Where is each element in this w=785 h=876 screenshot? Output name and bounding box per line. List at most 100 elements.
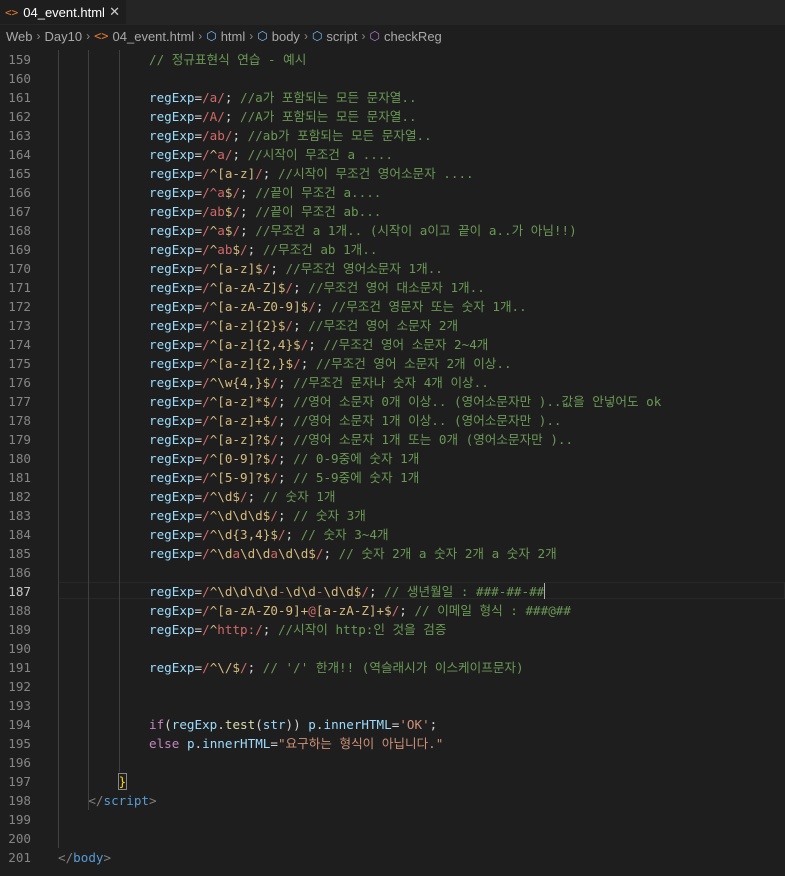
code-token: / xyxy=(270,394,278,409)
code-editor[interactable]: 159 // 정규표현식 연습 - 예시 160 161 regExp=/a/; … xyxy=(0,47,785,876)
code-line[interactable]: 175 regExp=/^[a-z]{2,}$/; //무조건 영어 소문자 2… xyxy=(0,354,785,373)
code-token: / xyxy=(202,508,210,523)
code-line[interactable]: 161 regExp=/a/; //a가 포함되는 모든 문자열.. xyxy=(0,88,785,107)
code-token: // 숫자 2개 a 숫자 2개 a 숫자 2개 xyxy=(338,546,557,561)
line-number: 162 xyxy=(8,109,31,124)
indent-guide xyxy=(88,50,90,810)
code-line[interactable]: 177 regExp=/^[a-z]*$/; //영어 소문자 0개 이상.. … xyxy=(0,392,785,411)
code-token: regExp xyxy=(149,299,195,314)
code-token: > xyxy=(149,793,157,808)
code-token: = xyxy=(194,280,203,295)
code-line[interactable]: 185 regExp=/^\da\d\da\d\d$/; // 숫자 2개 a … xyxy=(0,544,785,563)
code-line[interactable]: 180 regExp=/^[0-9]?$/; // 0-9중에 숫자 1개 xyxy=(0,449,785,468)
breadcrumb-web[interactable]: Web xyxy=(6,29,33,44)
code-token: ; xyxy=(232,147,248,162)
code-line[interactable]: 172 regExp=/^[a-zA-Z0-9]$/; //무조건 영문자 또는… xyxy=(0,297,785,316)
breadcrumb-day10[interactable]: Day10 xyxy=(45,29,83,44)
html-file-icon: <> xyxy=(5,5,19,19)
code-line[interactable]: 198 </script> xyxy=(0,791,785,810)
code-token: regExp xyxy=(149,356,195,371)
code-token: regExp xyxy=(149,166,195,181)
line-number: 166 xyxy=(8,185,31,200)
code-token: / xyxy=(202,451,210,466)
tab-04-event-html[interactable]: <> 04_event.html ✕ xyxy=(0,0,126,24)
code-line[interactable]: 191 regExp=/^\/$/; // '/' 한개!! (역슬래시가 이스… xyxy=(0,658,785,677)
code-line[interactable]: 197 } xyxy=(0,772,785,791)
code-line[interactable]: 166 regExp=/^a$/; //끝이 무조건 a.... xyxy=(0,183,785,202)
code-line[interactable]: 190 xyxy=(0,639,785,658)
code-line[interactable]: 196 xyxy=(0,753,785,772)
code-token: regExp xyxy=(149,470,195,485)
breadcrumb-body[interactable]: body xyxy=(272,29,300,44)
line-number: 170 xyxy=(8,261,31,276)
code-token: a xyxy=(232,546,241,561)
code-token: = xyxy=(194,508,203,523)
code-token: ^[5-9]?$ xyxy=(209,470,271,485)
breadcrumb-checkreg[interactable]: checkReg xyxy=(384,29,442,44)
code-line[interactable]: 184 regExp=/^\d{3,4}$/; // 숫자 3~4개 xyxy=(0,525,785,544)
line-number: 165 xyxy=(8,166,31,181)
line-number: 188 xyxy=(8,603,31,618)
code-line[interactable]: 165 regExp=/^[a-z]/; //시작이 무조건 영어소문자 ...… xyxy=(0,164,785,183)
code-line[interactable]: 160 xyxy=(0,69,785,88)
code-line[interactable]: 181 regExp=/^[5-9]?$/; // 5-9중에 숫자 1개 xyxy=(0,468,785,487)
code-token: / xyxy=(270,375,278,390)
chevron-right-icon: › xyxy=(303,29,308,43)
code-line[interactable]: 201 </body> xyxy=(0,848,785,867)
code-line[interactable]: 170 regExp=/^[a-z]$/; //무조건 영어소문자 1개.. xyxy=(0,259,785,278)
code-line[interactable]: 195 else p.innerHTML="요구하는 형식이 아닙니다." xyxy=(0,734,785,753)
code-token: ^\d{3,4}$ xyxy=(209,527,278,542)
html-file-icon: <> xyxy=(94,29,109,43)
code-token: regExp xyxy=(149,90,195,105)
code-token: $ xyxy=(232,242,241,257)
code-line[interactable]: 163 regExp=/ab/; //ab가 포함되는 모든 문자열.. xyxy=(0,126,785,145)
code-token: = xyxy=(194,90,203,105)
chevron-right-icon: › xyxy=(361,29,366,43)
code-text: else p.innerHTML="요구하는 형식이 아닙니다." xyxy=(58,734,443,753)
line-number: 175 xyxy=(8,356,31,371)
code-line[interactable]: 176 regExp=/^\w{4,}$/; //무조건 문자나 숫자 4개 이… xyxy=(0,373,785,392)
code-line[interactable]: 168 regExp=/^a$/; //무조건 a 1개.. (시작이 a이고 … xyxy=(0,221,785,240)
line-number: 174 xyxy=(8,337,31,352)
code-token: //시작이 http:인 것을 검증 xyxy=(277,622,447,637)
code-line[interactable]: 200 xyxy=(0,829,785,848)
code-token: / xyxy=(202,375,210,390)
code-line[interactable]: 164 regExp=/^a/; //시작이 무조건 a .... xyxy=(0,145,785,164)
code-line[interactable]: 189 regExp=/^http:/; //시작이 http:인 것을 검증 xyxy=(0,620,785,639)
code-line[interactable]: 188 regExp=/^[a-zA-Z0-9]+@[a-zA-Z]+$/; /… xyxy=(0,601,785,620)
code-token: / xyxy=(255,166,263,181)
code-line[interactable]: 162 regExp=/A/; //A가 포함되는 모든 문자열.. xyxy=(0,107,785,126)
code-line[interactable]: 192 xyxy=(0,677,785,696)
code-line[interactable]: 167 regExp=/ab$/; //끝이 무조건 ab... xyxy=(0,202,785,221)
code-line[interactable]: 173 regExp=/^[a-z]{2}$/; //무조건 영어 소문자 2개 xyxy=(0,316,785,335)
code-line[interactable]: 199 xyxy=(0,810,785,829)
breadcrumb-script[interactable]: script xyxy=(326,29,357,44)
code-token: ; xyxy=(323,546,339,561)
code-line[interactable]: 194 if(regExp.test(str)) p.innerHTML='OK… xyxy=(0,715,785,734)
code-token: regExp xyxy=(149,660,195,675)
code-line[interactable]: 174 regExp=/^[a-z]{2,4}$/; //무조건 영어 소문자 … xyxy=(0,335,785,354)
code-line[interactable]: 159 // 정규표현식 연습 - 예시 xyxy=(0,50,785,69)
breadcrumb-file[interactable]: 04_event.html xyxy=(113,29,195,44)
breadcrumb-html[interactable]: html xyxy=(221,29,246,44)
code-token: ^[a-z]*$ xyxy=(209,394,271,409)
code-text: // 정규표현식 연습 - 예시 xyxy=(58,50,306,69)
code-token: // '/' 한개!! (역슬래시가 이스케이프문자) xyxy=(262,660,524,675)
code-line[interactable]: 182 regExp=/^\d$/; // 숫자 1개 xyxy=(0,487,785,506)
line-number: 195 xyxy=(8,736,31,751)
code-line[interactable]: 169 regExp=/^ab$/; //무조건 ab 1개.. xyxy=(0,240,785,259)
code-token: //ab가 포함되는 모든 문자열.. xyxy=(247,128,432,143)
code-line[interactable]: 186 xyxy=(0,563,785,582)
code-line[interactable]: 193 xyxy=(0,696,785,715)
code-token: ^\d\d\d\d xyxy=(209,584,278,599)
code-line[interactable]: 187 regExp=/^\d\d\d\d-\d\d-\d\d$/; // 생년… xyxy=(0,582,785,601)
code-token: ; xyxy=(300,356,316,371)
code-line[interactable]: 179 regExp=/^[a-z]?$/; //영어 소문자 1개 또는 0개… xyxy=(0,430,785,449)
code-token: ; xyxy=(308,337,324,352)
close-tab-icon[interactable]: ✕ xyxy=(109,4,120,20)
code-line[interactable]: 171 regExp=/^[a-zA-Z]$/; //무조건 영어 대소문자 1… xyxy=(0,278,785,297)
code-token: ; xyxy=(277,451,294,466)
code-line[interactable]: 178 regExp=/^[a-z]+$/; //영어 소문자 1개 이상.. … xyxy=(0,411,785,430)
code-line[interactable]: 183 regExp=/^\d\d\d$/; // 숫자 3개 xyxy=(0,506,785,525)
